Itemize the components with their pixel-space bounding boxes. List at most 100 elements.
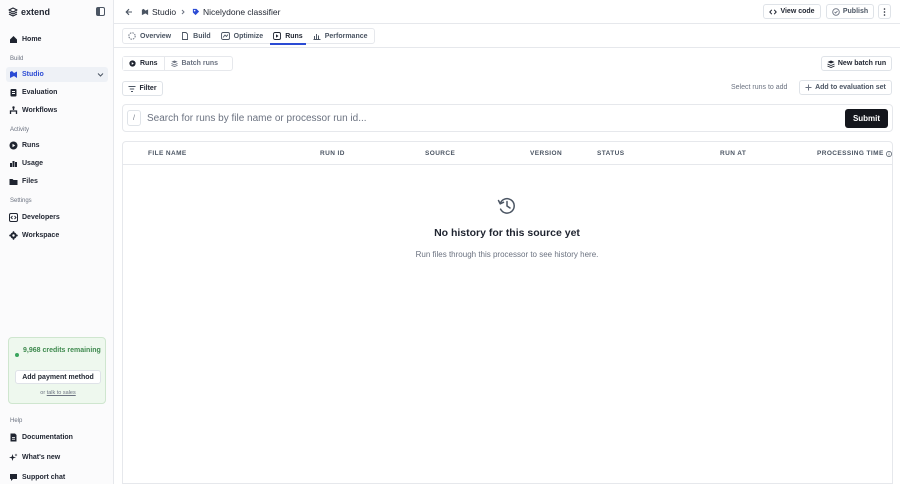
more-options-button[interactable] <box>878 4 891 19</box>
tab-performance[interactable]: Performance <box>308 28 373 44</box>
column-source[interactable]: SOURCE <box>425 150 455 157</box>
sidebar-item-runs[interactable]: Runs <box>6 138 108 153</box>
toggle-label: Batch runs <box>181 60 219 67</box>
section-label-build: Build <box>10 56 24 62</box>
tab-label: Build <box>193 32 211 40</box>
sidebar-item-documentation[interactable]: Documentation <box>6 430 108 445</box>
folder-icon <box>9 177 18 186</box>
extend-logo-icon <box>8 7 18 17</box>
sidebar-item-home[interactable]: Home <box>6 32 108 47</box>
breadcrumb-processor[interactable]: Nicelydone classifier <box>192 7 280 17</box>
talk-to-sales-link[interactable]: talk to sales <box>47 390 76 396</box>
sidebar-item-label: Runs <box>22 142 40 149</box>
back-arrow-icon[interactable] <box>125 8 133 16</box>
play-icon <box>9 141 18 150</box>
plus-icon <box>805 84 812 91</box>
new-batch-run-label: New batch run <box>837 60 887 67</box>
table-header: FILE NAME RUN ID SOURCE VERSION STATUS R… <box>123 142 892 165</box>
sidebar-item-label: Support chat <box>22 474 66 481</box>
sidebar-item-files[interactable]: Files <box>6 174 108 189</box>
publish-icon <box>832 7 840 16</box>
sidebar-item-workspace[interactable]: Workspace <box>6 228 108 243</box>
publish-button[interactable]: Publish <box>826 4 874 19</box>
document-icon <box>9 433 18 442</box>
info-icon[interactable] <box>885 150 892 157</box>
sidebar-item-workflows[interactable]: Workflows <box>6 103 108 118</box>
sidebar-item-support-chat[interactable]: Support chat <box>6 470 108 484</box>
column-run-at[interactable]: RUN AT <box>720 150 746 157</box>
filter-icon <box>128 85 136 92</box>
tab-label: Overview <box>140 32 172 40</box>
chevron-right-icon <box>180 9 186 15</box>
tab-overview[interactable]: Overview <box>123 28 176 44</box>
code-icon <box>769 8 778 15</box>
sidebar-item-label: Files <box>22 178 38 185</box>
clipboard-icon <box>9 88 18 97</box>
view-code-label: View code <box>780 8 815 15</box>
filter-button[interactable]: Filter <box>122 81 163 96</box>
filter-label: Filter <box>139 85 157 92</box>
sidebar-item-label: Usage <box>22 160 44 167</box>
toggle-runs[interactable]: Runs <box>123 57 165 70</box>
section-label-activity: Activity <box>10 127 30 133</box>
sidebar-item-evaluation[interactable]: Evaluation <box>6 85 108 100</box>
sidebar-item-label: What's new <box>22 454 61 461</box>
search-bar: / Submit <box>122 104 893 132</box>
sidebar-item-label: Workspace <box>22 232 60 239</box>
credits-status-dot <box>15 353 19 357</box>
submit-button[interactable]: Submit <box>845 109 888 128</box>
classifier-icon <box>192 8 200 16</box>
batch-icon <box>170 60 178 67</box>
sidebar-item-studio[interactable]: Studio <box>6 67 108 82</box>
view-code-button[interactable]: View code <box>763 4 821 19</box>
tab-label: Performance <box>324 32 368 40</box>
studio-icon <box>141 8 149 16</box>
tab-runs[interactable]: Runs <box>268 28 308 45</box>
runs-view-toggle: Runs Batch runs <box>122 56 233 71</box>
column-version[interactable]: VERSION <box>530 150 562 157</box>
talk-to-sales-row: or talk to sales <box>9 390 107 396</box>
column-file-name[interactable]: FILE NAME <box>148 150 187 157</box>
column-status[interactable]: STATUS <box>597 150 624 157</box>
sidebar-item-whats-new[interactable]: What's new <box>6 450 108 465</box>
chat-icon <box>9 473 18 482</box>
new-batch-run-button[interactable]: New batch run <box>821 56 892 71</box>
overview-icon <box>128 32 136 40</box>
runs-icon <box>273 32 282 40</box>
tab-label: Runs <box>285 32 303 40</box>
brand-name: extend <box>21 7 51 17</box>
toggle-batch-runs[interactable]: Batch runs <box>165 57 225 70</box>
studio-icon <box>9 70 18 79</box>
runs-table: FILE NAME RUN ID SOURCE VERSION STATUS R… <box>122 141 893 484</box>
brand[interactable]: extend <box>8 6 106 18</box>
performance-icon <box>313 34 321 40</box>
tab-build[interactable]: Build <box>176 28 216 44</box>
sidebar-item-label: Home <box>22 36 42 43</box>
sidebar: extend Home Build Studio Evaluation Work… <box>0 0 114 484</box>
build-icon <box>182 32 189 40</box>
sidebar-item-label: Documentation <box>22 434 73 441</box>
breadcrumb-studio[interactable]: Studio <box>141 7 176 17</box>
play-icon <box>129 60 136 67</box>
sidebar-item-usage[interactable]: Usage <box>6 156 108 171</box>
tab-optimize[interactable]: Optimize <box>216 28 269 44</box>
column-run-id[interactable]: RUN ID <box>320 150 345 157</box>
batch-icon <box>827 60 835 68</box>
sidebar-item-label: Workflows <box>22 107 58 114</box>
empty-state-subtitle: Run files through this processor to see … <box>415 250 599 259</box>
tab-label: Optimize <box>233 32 264 40</box>
chevron-down-icon[interactable] <box>97 71 104 78</box>
home-icon <box>9 35 18 44</box>
add-to-evaluation-set-button[interactable]: Add to evaluation set <box>799 80 892 95</box>
column-label: PROCESSING TIME <box>817 150 884 157</box>
credits-card: 9,968 credits remaining Add payment meth… <box>8 337 106 404</box>
add-payment-method-button[interactable]: Add payment method <box>15 370 101 384</box>
gear-icon <box>9 231 18 240</box>
sidebar-item-developers[interactable]: Developers <box>6 210 108 225</box>
sidebar-item-label: Evaluation <box>22 89 58 96</box>
top-bar: Studio Nicelydone classifier View code P… <box>114 0 900 24</box>
processor-tabs: Overview Build Optimize Runs Performance <box>122 28 375 45</box>
column-processing-time[interactable]: PROCESSING TIME <box>817 150 892 157</box>
collapse-sidebar-icon[interactable] <box>96 7 106 17</box>
search-input[interactable] <box>147 110 837 126</box>
